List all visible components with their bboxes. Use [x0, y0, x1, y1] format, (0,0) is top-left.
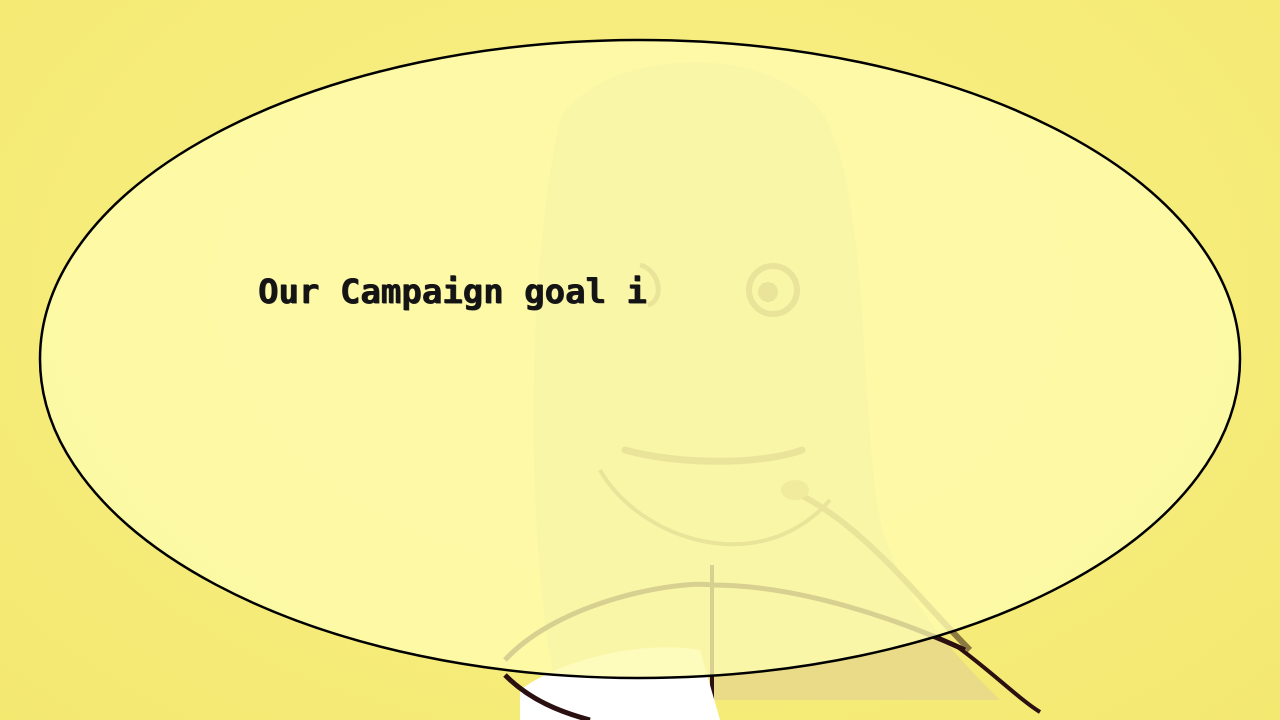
animation-stage: Our Campaign goal i — [0, 0, 1280, 720]
character-pupil-right — [758, 282, 778, 302]
speech-text: Our Campaign goal i — [258, 272, 647, 312]
character-illustration — [503, 62, 1042, 720]
character-shirt — [520, 647, 720, 720]
